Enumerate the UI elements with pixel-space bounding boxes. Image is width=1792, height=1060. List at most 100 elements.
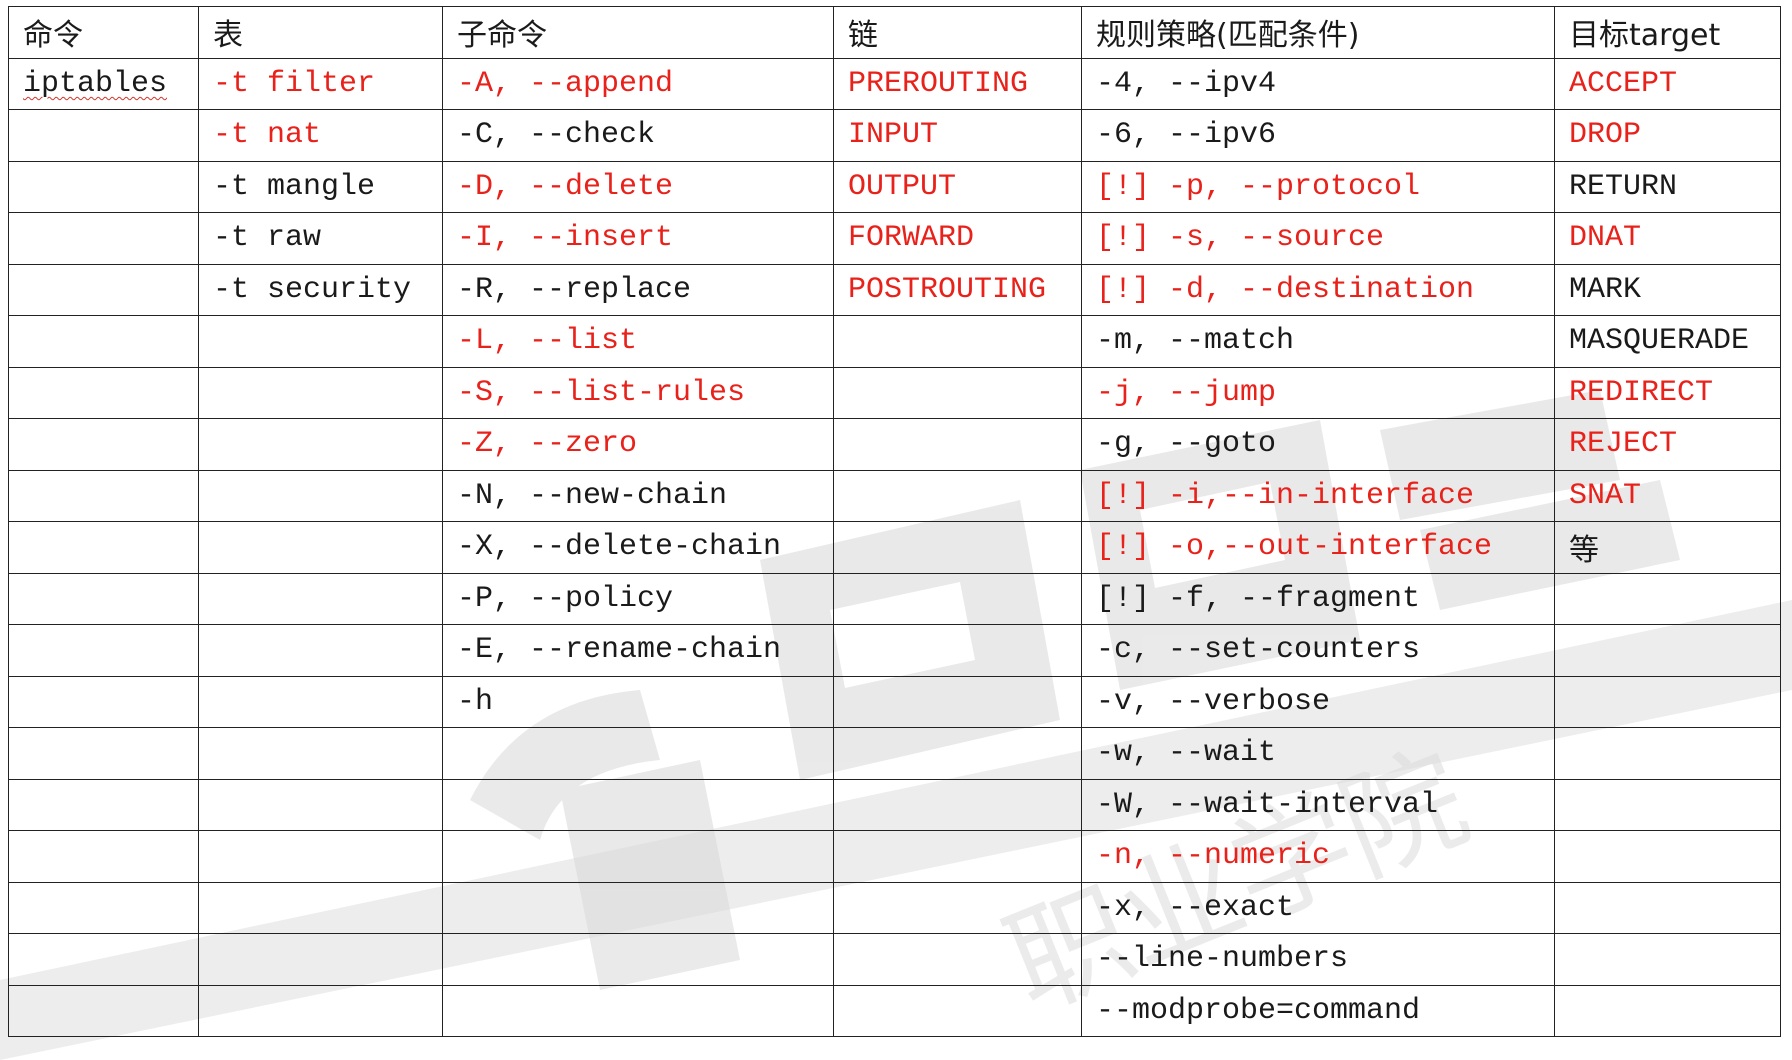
target-cell [1554, 830, 1781, 883]
rule-text: [!] -p, --protocol [1096, 169, 1421, 204]
table-text: -t raw [213, 221, 322, 256]
table-cell [198, 469, 443, 522]
table-cell [198, 315, 443, 368]
rule-text: --modprobe=command [1096, 993, 1421, 1028]
chain-cell [833, 624, 1082, 677]
subcommand-cell: -E, --rename-chain [442, 624, 834, 677]
subcommand-cell: -P, --policy [442, 572, 834, 625]
chain-cell [833, 418, 1082, 471]
table-row: -S, --list-rules -j, --jump REDIRECT [8, 366, 1781, 419]
table-row: --modprobe=command [8, 984, 1781, 1037]
subcommand-cell [442, 881, 834, 934]
subcommand-text: -E, --rename-chain [457, 633, 782, 668]
chain-cell: INPUT [833, 109, 1082, 162]
subcommand-text: -N, --new-chain [457, 478, 728, 513]
subcommand-text: -Z, --zero [457, 427, 638, 462]
command-cell [8, 675, 199, 728]
chain-text: INPUT [848, 118, 939, 153]
command-cell [8, 984, 199, 1037]
chain-cell [833, 933, 1082, 986]
table-row: -x, --exact [8, 881, 1781, 934]
target-cell: DNAT [1554, 212, 1781, 265]
subcommand-text: -h [457, 684, 494, 719]
target-text: REJECT [1569, 427, 1678, 462]
chain-cell [833, 881, 1082, 934]
chain-cell [833, 521, 1082, 574]
rule-text: -W, --wait-interval [1096, 787, 1439, 822]
target-cell: REDIRECT [1554, 366, 1781, 419]
command-cell [8, 109, 199, 162]
subcommand-text: -D, --delete [457, 169, 674, 204]
target-text: REDIRECT [1569, 375, 1714, 410]
subcommand-cell: -I, --insert [442, 212, 834, 265]
rule-text: [!] -f, --fragment [1096, 581, 1421, 616]
table-cell [198, 624, 443, 677]
table-row: -L, --list -m, --match MASQUERADE [8, 315, 1781, 368]
target-cell: 等 [1554, 521, 1781, 574]
target-cell [1554, 933, 1781, 986]
rule-text: [!] -d, --destination [1096, 272, 1475, 307]
subcommand-cell: -D, --delete [442, 160, 834, 213]
rule-cell: [!] -s, --source [1081, 212, 1555, 265]
header-table: 表 [198, 6, 443, 59]
table-cell [198, 984, 443, 1037]
chain-cell [833, 830, 1082, 883]
chain-cell [833, 727, 1082, 780]
rule-cell: -j, --jump [1081, 366, 1555, 419]
subcommand-text: -P, --policy [457, 581, 674, 616]
rule-cell: -g, --goto [1081, 418, 1555, 471]
rule-text: --line-numbers [1096, 942, 1349, 977]
table-body: iptables -t filter -A, --append PREROUTING -… [8, 57, 1781, 1037]
document-page: 职业学院 命令 表 子命令 链 规则策略(匹配条件) 目标target ipta… [0, 0, 1792, 1060]
rule-cell: [!] -i,--in-interface [1081, 469, 1555, 522]
rule-cell: -W, --wait-interval [1081, 778, 1555, 831]
command-cell [8, 418, 199, 471]
target-cell: MARK [1554, 263, 1781, 316]
table-cell [198, 778, 443, 831]
rule-cell: -6, --ipv6 [1081, 109, 1555, 162]
rule-cell: [!] -o,--out-interface [1081, 521, 1555, 574]
command-cell [8, 778, 199, 831]
subcommand-text: -R, --replace [457, 272, 692, 307]
rule-cell: -w, --wait [1081, 727, 1555, 780]
command-cell [8, 212, 199, 265]
rule-cell: [!] -d, --destination [1081, 263, 1555, 316]
rule-cell: --line-numbers [1081, 933, 1555, 986]
rule-cell: [!] -p, --protocol [1081, 160, 1555, 213]
table-text: -t filter [213, 66, 376, 101]
subcommand-cell: -N, --new-chain [442, 469, 834, 522]
target-cell: ACCEPT [1554, 57, 1781, 110]
rule-cell: [!] -f, --fragment [1081, 572, 1555, 625]
chain-cell: PREROUTING [833, 57, 1082, 110]
table-cell: -t nat [198, 109, 443, 162]
rule-cell: -m, --match [1081, 315, 1555, 368]
table-row: -t raw -I, --insert FORWARD [!] -s, --sourc… [8, 212, 1781, 265]
chain-cell [833, 469, 1082, 522]
iptables-command-table: 命令 表 子命令 链 规则策略(匹配条件) 目标target iptables -… [8, 6, 1781, 1037]
table-cell: -t filter [198, 57, 443, 110]
table-row: -h -v, --verbose [8, 675, 1781, 728]
table-text: -t security [213, 272, 412, 307]
chain-cell: FORWARD [833, 212, 1082, 265]
table-row: --line-numbers [8, 933, 1781, 986]
subcommand-cell: -Z, --zero [442, 418, 834, 471]
subcommand-text: -I, --insert [457, 221, 674, 256]
command-cell [8, 727, 199, 780]
subcommand-cell: -S, --list-rules [442, 366, 834, 419]
chain-text: FORWARD [848, 221, 975, 256]
table-header-row: 命令 表 子命令 链 规则策略(匹配条件) 目标target [8, 6, 1781, 59]
target-text: ACCEPT [1569, 66, 1678, 101]
chain-cell [833, 366, 1082, 419]
command-cell [8, 315, 199, 368]
table-row: -X, --delete-chain [!] -o,--out-interface… [8, 521, 1781, 574]
rule-text: -x, --exact [1096, 890, 1295, 925]
rule-cell: -v, --verbose [1081, 675, 1555, 728]
command-cell [8, 881, 199, 934]
subcommand-text: -A, --append [457, 66, 674, 101]
rule-text: -n, --numeric [1096, 839, 1331, 874]
rule-text: -j, --jump [1096, 375, 1277, 410]
table-cell [198, 366, 443, 419]
subcommand-cell: -h [442, 675, 834, 728]
table-row: iptables -t filter -A, --append PREROUTING -… [8, 57, 1781, 110]
table-row: -N, --new-chain [!] -i,--in-interface SNAT [8, 469, 1781, 522]
